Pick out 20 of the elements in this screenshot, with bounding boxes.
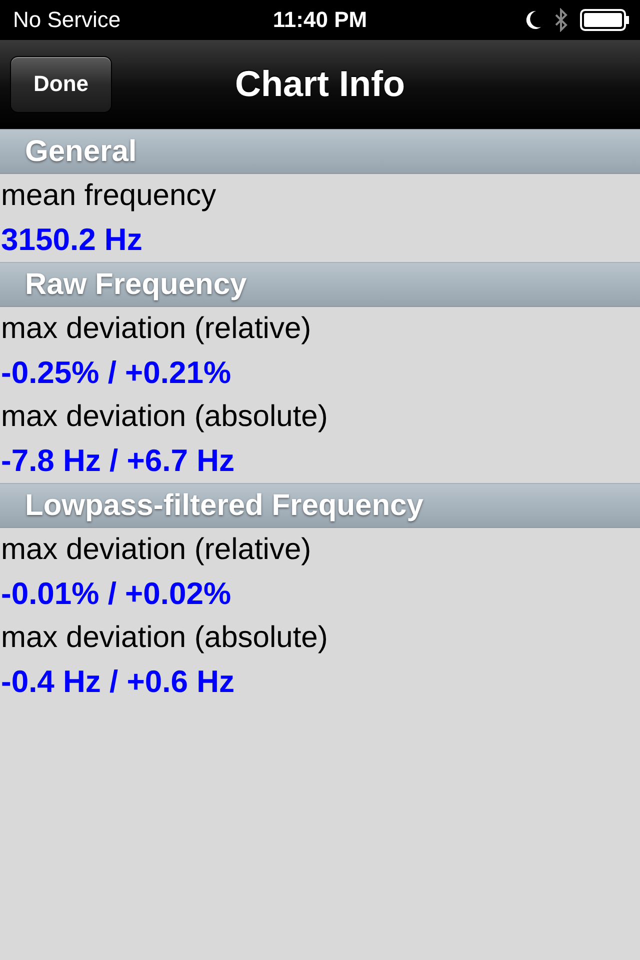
row-value: -0.01% / +0.02% xyxy=(0,575,232,613)
bluetooth-icon xyxy=(554,8,568,32)
section-header: Lowpass-filtered Frequency xyxy=(0,483,640,528)
carrier-text: No Service xyxy=(13,7,121,33)
section-header: Raw Frequency xyxy=(0,262,640,307)
row-label: mean frequency xyxy=(0,178,218,214)
done-button[interactable]: Done xyxy=(10,56,112,112)
row-label: max deviation (absolute) xyxy=(0,399,329,435)
row-value: -0.25% / +0.21% xyxy=(0,354,232,392)
section-header: General xyxy=(0,129,640,174)
row-label: max deviation (relative) xyxy=(0,311,312,347)
battery-icon xyxy=(580,9,630,31)
row-value: 3150.2 Hz xyxy=(0,221,144,259)
row-value: -0.4 Hz / +0.6 Hz xyxy=(0,663,236,701)
status-time: 11:40 PM xyxy=(272,7,368,33)
row-label: max deviation (absolute) xyxy=(0,620,329,656)
nav-title: Chart Info xyxy=(234,63,406,105)
row-label: max deviation (relative) xyxy=(0,532,312,568)
row-value: -7.8 Hz / +6.7 Hz xyxy=(0,442,236,480)
moon-icon xyxy=(526,10,542,30)
